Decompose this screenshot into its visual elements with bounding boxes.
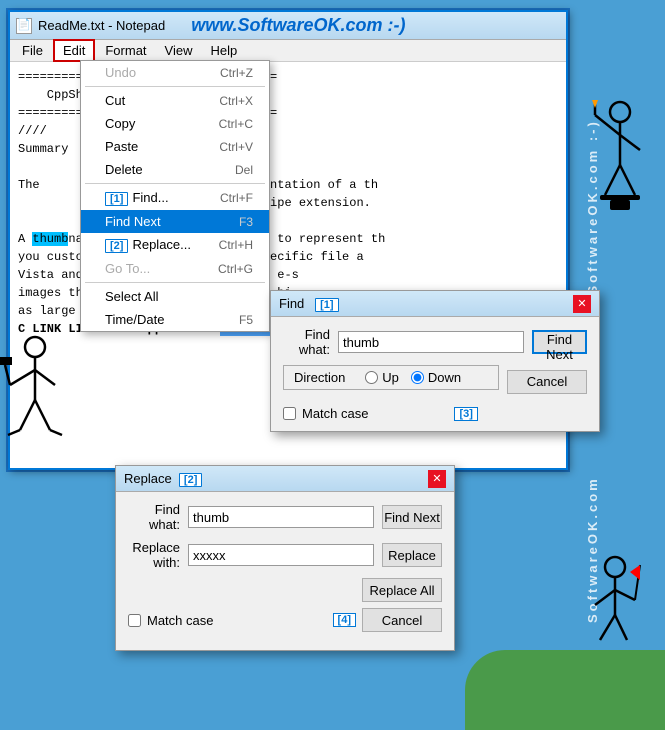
find-what-input[interactable] <box>338 331 524 353</box>
find-dialog-close-button[interactable]: ✕ <box>573 295 591 313</box>
menu-find[interactable]: [1]Find... Ctrl+F <box>81 186 269 210</box>
find-what-label: Find what: <box>283 327 330 357</box>
direction-up-option[interactable]: Up <box>365 370 399 385</box>
replace-button[interactable]: Replace <box>382 543 442 567</box>
menu-copy[interactable]: Copy Ctrl+C <box>81 112 269 135</box>
stick-figure-right-bottom <box>585 555 645 655</box>
direction-down-option[interactable]: Down <box>411 370 461 385</box>
match-case-label: Match case <box>302 406 368 421</box>
separator-2 <box>85 183 265 184</box>
replace-match-case-label: Match case <box>147 613 213 628</box>
menu-edit[interactable]: Edit <box>53 39 95 62</box>
replace-find-what-row: Find what: Find Next <box>128 502 442 532</box>
menu-replace[interactable]: [2]Replace... Ctrl+H <box>81 233 269 257</box>
replace-find-what-input[interactable] <box>188 506 374 528</box>
match-case-row: Match case [3] <box>283 406 587 421</box>
replace-all-button[interactable]: Replace All <box>362 578 442 602</box>
replace-dialog-title: Replace [2] <box>124 471 206 487</box>
menu-undo[interactable]: Undo Ctrl+Z <box>81 61 269 84</box>
replace-with-row: Replace with: Replace <box>128 540 442 570</box>
find-dialog-titlebar: Find [1] ✕ <box>271 291 599 317</box>
separator-3 <box>85 282 265 283</box>
find-dialog-title: Find [1] <box>279 296 343 312</box>
direction-group: Direction Up Down <box>283 365 499 390</box>
replace-match-case-row: Match case [4] Cancel <box>128 608 442 632</box>
notepad-website: www.SoftwareOK.com :-) <box>191 15 405 36</box>
bottom-green-area <box>465 650 665 730</box>
replace-dialog-body: Find what: Find Next Replace with: Repla… <box>116 492 454 650</box>
menu-view[interactable]: View <box>157 41 201 60</box>
menu-paste[interactable]: Paste Ctrl+V <box>81 135 269 158</box>
replace-dialog-close-button[interactable]: ✕ <box>428 470 446 488</box>
find-next-button[interactable]: Find Next <box>532 330 587 354</box>
find-dialog-body: Find what: Find Next Direction Up Down C… <box>271 317 599 431</box>
replace-find-what-label: Find what: <box>128 502 180 532</box>
separator-1 <box>85 86 265 87</box>
menu-find-next[interactable]: Find Next F3 <box>81 210 269 233</box>
replace-match-case-checkbox[interactable] <box>128 614 141 627</box>
menu-time-date[interactable]: Time/Date F5 <box>81 308 269 331</box>
stick-figure-left <box>0 335 70 455</box>
cancel-button[interactable]: Cancel <box>507 370 587 394</box>
notepad-icon <box>16 18 32 34</box>
menu-select-all[interactable]: Select All <box>81 285 269 308</box>
notepad-title: ReadMe.txt - Notepad <box>38 18 165 33</box>
edit-dropdown-menu: Undo Ctrl+Z Cut Ctrl+X Copy Ctrl+C Paste… <box>80 60 270 332</box>
badge-3: [3] <box>454 407 477 421</box>
menu-file[interactable]: File <box>14 41 51 60</box>
replace-with-label: Replace with: <box>128 540 180 570</box>
notepad-menubar: File Edit Format View Help <box>10 40 566 62</box>
match-case-checkbox[interactable] <box>283 407 296 420</box>
direction-up-radio[interactable] <box>365 371 378 384</box>
menu-delete[interactable]: Delete Del <box>81 158 269 181</box>
replace-dialog-titlebar: Replace [2] ✕ <box>116 466 454 492</box>
menu-help[interactable]: Help <box>202 41 245 60</box>
replace-cancel-button[interactable]: Cancel <box>362 608 442 632</box>
replace-find-next-button[interactable]: Find Next <box>382 505 442 529</box>
stick-figure-right-top <box>590 100 650 220</box>
menu-format[interactable]: Format <box>97 41 154 60</box>
menu-cut[interactable]: Cut Ctrl+X <box>81 89 269 112</box>
badge-4: [4] <box>333 613 356 627</box>
find-dialog: Find [1] ✕ Find what: Find Next Directio… <box>270 290 600 432</box>
direction-down-radio[interactable] <box>411 371 424 384</box>
menu-goto[interactable]: Go To... Ctrl+G <box>81 257 269 280</box>
replace-dialog: Replace [2] ✕ Find what: Find Next Repla… <box>115 465 455 651</box>
notepad-titlebar: ReadMe.txt - Notepad www.SoftwareOK.com … <box>10 12 566 40</box>
direction-label: Direction <box>294 370 345 385</box>
replace-with-input[interactable] <box>188 544 374 566</box>
find-what-row: Find what: Find Next <box>283 327 587 357</box>
